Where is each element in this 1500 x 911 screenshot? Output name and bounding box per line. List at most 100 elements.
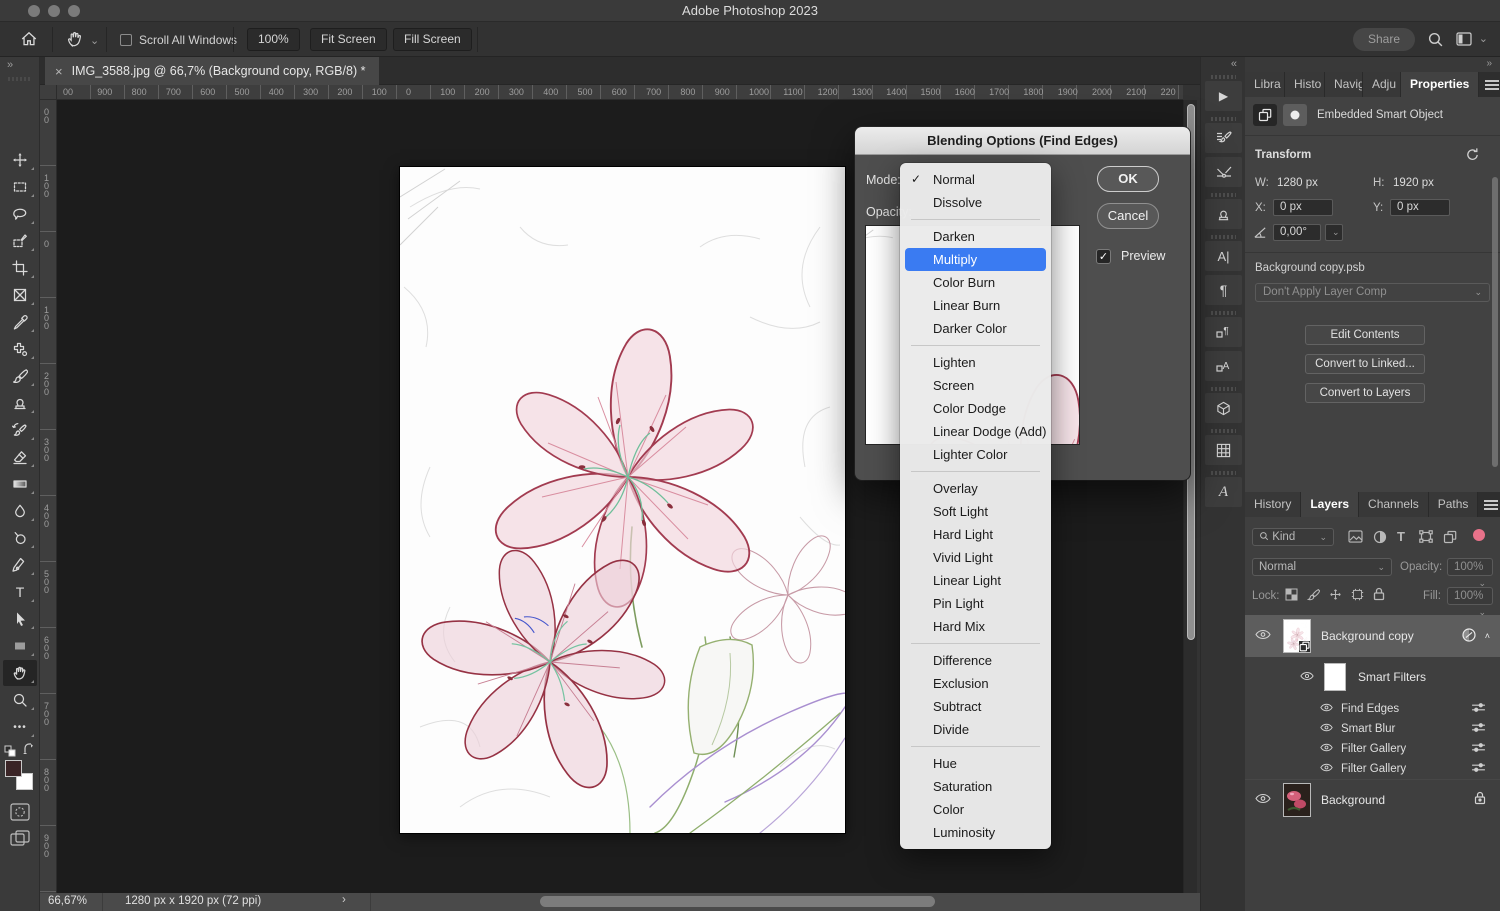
menu-item-darker-color[interactable]: Darker Color <box>900 317 1051 340</box>
fill-input[interactable]: 100%⌄ <box>1447 587 1493 605</box>
type-tool[interactable]: T <box>3 579 37 605</box>
path-selection-tool[interactable] <box>3 606 37 632</box>
document-tab[interactable]: × IMG_3588.jpg @ 66,7% (Background copy,… <box>45 57 379 85</box>
smart-filter-name[interactable]: Filter Gallery <box>1341 763 1406 775</box>
menu-item-lighten[interactable]: Lighten <box>900 351 1051 374</box>
tools-collapse-icon[interactable]: » <box>0 57 40 75</box>
dodge-tool[interactable] <box>3 525 37 551</box>
menu-item-exclusion[interactable]: Exclusion <box>900 672 1051 695</box>
fill-screen-button[interactable]: Fill Screen <box>393 28 472 51</box>
menu-item-pin-light[interactable]: Pin Light <box>900 592 1051 615</box>
collapse-filters-icon[interactable]: ˄ <box>1485 631 1490 641</box>
brush-settings-panel-icon[interactable] <box>1205 123 1242 153</box>
paragraph-panel-icon[interactable]: ¶ <box>1205 275 1242 305</box>
panel-collapse-icon[interactable]: » <box>1245 57 1500 72</box>
angle-input[interactable]: 0,00° <box>1273 224 1321 241</box>
smart-object-badge-icon[interactable] <box>1253 104 1277 126</box>
filter-image-icon[interactable] <box>1348 530 1363 546</box>
workspace-chevron-icon[interactable]: ⌄ <box>1479 32 1488 45</box>
crop-tool[interactable] <box>3 255 37 281</box>
menu-item-hard-light[interactable]: Hard Light <box>900 523 1051 546</box>
layer-blend-mode-dropdown[interactable]: Normal ⌄ <box>1252 558 1392 576</box>
lock-transparency-icon[interactable] <box>1285 588 1298 604</box>
tab-histogram[interactable]: Histo <box>1285 72 1325 97</box>
patterns-panel-icon[interactable] <box>1205 435 1242 465</box>
angle-dropdown[interactable]: ⌄ <box>1325 224 1343 241</box>
menu-item-luminosity[interactable]: Luminosity <box>900 821 1051 844</box>
brush-tool[interactable] <box>3 363 37 389</box>
tab-close-icon[interactable]: × <box>55 64 63 79</box>
menu-item-color[interactable]: Color <box>900 798 1051 821</box>
tab-layers[interactable]: Layers <box>1301 492 1359 517</box>
smart-filter-row-smart-blur[interactable]: Smart Blur <box>1245 719 1500 739</box>
x-input[interactable]: 0 px <box>1273 199 1333 216</box>
smart-filter-name[interactable]: Find Edges <box>1341 703 1399 715</box>
pen-tool[interactable] <box>3 552 37 578</box>
menu-item-color-dodge[interactable]: Color Dodge <box>900 397 1051 420</box>
filter-blend-options-icon[interactable] <box>1471 762 1486 776</box>
layer-name[interactable]: Background <box>1321 793 1385 807</box>
lock-artboard-icon[interactable] <box>1351 588 1364 604</box>
preview-checkbox[interactable]: ✓ <box>1096 249 1111 264</box>
lasso-tool[interactable] <box>3 201 37 227</box>
menu-item-subtract[interactable]: Subtract <box>900 695 1051 718</box>
document-canvas[interactable] <box>400 167 845 833</box>
glyphs-panel-icon[interactable]: A <box>1205 477 1242 507</box>
layers-menu-icon[interactable] <box>1478 492 1500 517</box>
status-chevron-icon[interactable]: › <box>342 894 346 906</box>
horizontal-scroll-thumb[interactable] <box>540 896 935 907</box>
eraser-tool[interactable] <box>3 444 37 470</box>
menu-item-linear-light[interactable]: Linear Light <box>900 569 1051 592</box>
smart-filter-name[interactable]: Smart Blur <box>1341 723 1395 735</box>
visibility-eye-icon[interactable] <box>1320 723 1333 735</box>
opacity-input[interactable]: 100%⌄ <box>1447 558 1493 576</box>
ruler-corner[interactable] <box>40 85 57 100</box>
rectangle-tool[interactable] <box>3 633 37 659</box>
kind-filter-dropdown[interactable]: Kind ⌄ <box>1252 528 1334 546</box>
properties-scrollbar[interactable] <box>1492 177 1498 467</box>
width-value[interactable]: 1280 px <box>1277 177 1318 189</box>
menu-item-dissolve[interactable]: Dissolve <box>900 191 1051 214</box>
zoom-tool[interactable] <box>3 687 37 713</box>
hand-tool[interactable] <box>3 660 37 686</box>
3d-panel-icon[interactable] <box>1205 393 1242 423</box>
tab-adjustments[interactable]: Adju <box>1363 72 1401 97</box>
menu-item-lighter-color[interactable]: Lighter Color <box>900 443 1051 466</box>
brushes-panel-icon[interactable] <box>1205 157 1242 187</box>
convert-to-layers-button[interactable]: Convert to Layers <box>1305 383 1425 403</box>
hand-tool-icon[interactable] <box>66 30 84 48</box>
paragraph-styles-panel-icon[interactable]: ¶ <box>1205 317 1242 347</box>
visibility-eye-icon[interactable] <box>1320 743 1333 755</box>
gradient-tool[interactable] <box>3 471 37 497</box>
dialog-title[interactable]: Blending Options (Find Edges) <box>855 127 1190 155</box>
cancel-button[interactable]: Cancel <box>1097 203 1159 229</box>
filter-blend-options-icon[interactable] <box>1471 702 1486 716</box>
strip-collapse-icon[interactable]: « <box>1231 58 1237 70</box>
marquee-tool[interactable] <box>3 174 37 200</box>
filter-smart-object-icon[interactable] <box>1443 530 1457 547</box>
menu-item-color-burn[interactable]: Color Burn <box>900 271 1051 294</box>
height-value[interactable]: 1920 px <box>1393 177 1434 189</box>
status-zoom-level[interactable]: 66,67% <box>48 895 87 907</box>
layer-name[interactable]: Background copy <box>1321 629 1414 643</box>
smart-filters-mask-thumbnail[interactable] <box>1324 663 1346 691</box>
move-tool[interactable] <box>3 147 37 173</box>
screen-mode-button[interactable] <box>10 830 30 853</box>
clone-stamp-tool[interactable] <box>3 390 37 416</box>
history-brush-tool[interactable] <box>3 417 37 443</box>
lock-all-icon[interactable] <box>1373 587 1385 604</box>
transform-reset-icon[interactable] <box>1465 147 1480 165</box>
swap-colors-icon[interactable] <box>22 743 36 761</box>
tab-paths[interactable]: Paths <box>1429 492 1479 517</box>
fit-screen-button[interactable]: Fit Screen <box>310 28 387 51</box>
filter-blend-options-icon[interactable] <box>1471 722 1486 736</box>
menu-item-soft-light[interactable]: Soft Light <box>900 500 1051 523</box>
menu-item-hard-mix[interactable]: Hard Mix <box>900 615 1051 638</box>
tab-libraries[interactable]: Libra <box>1245 72 1285 97</box>
vertical-ruler[interactable]: 0 01 0 001 0 02 0 03 0 04 0 05 0 06 0 07… <box>40 100 57 893</box>
menu-item-saturation[interactable]: Saturation <box>900 775 1051 798</box>
blur-tool[interactable] <box>3 498 37 524</box>
lock-pixels-icon[interactable] <box>1307 588 1320 604</box>
workspace-switcher-icon[interactable] <box>1456 32 1472 46</box>
home-icon[interactable] <box>20 30 38 48</box>
